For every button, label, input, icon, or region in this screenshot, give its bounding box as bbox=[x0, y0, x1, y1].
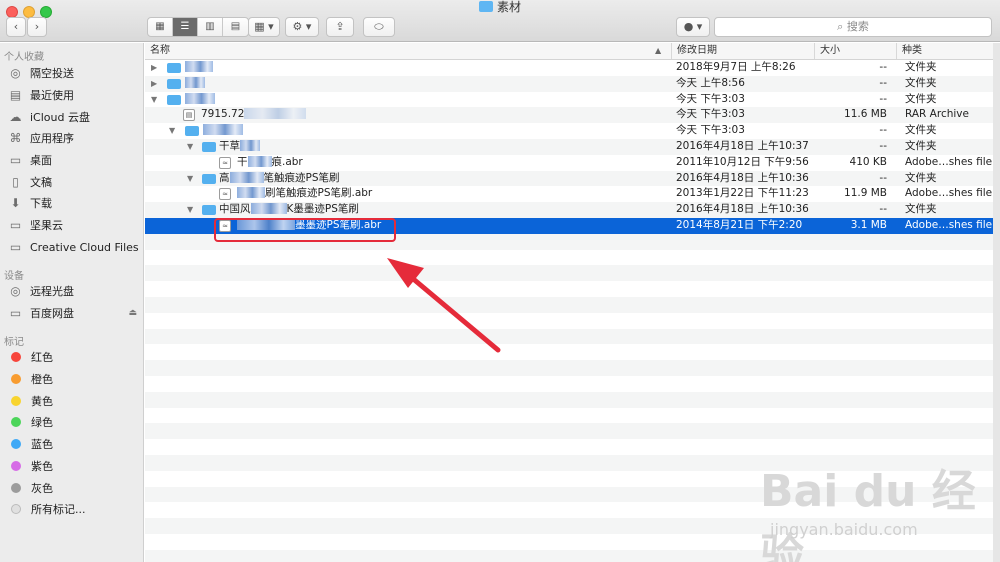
annotation-arrow bbox=[387, 258, 501, 353]
